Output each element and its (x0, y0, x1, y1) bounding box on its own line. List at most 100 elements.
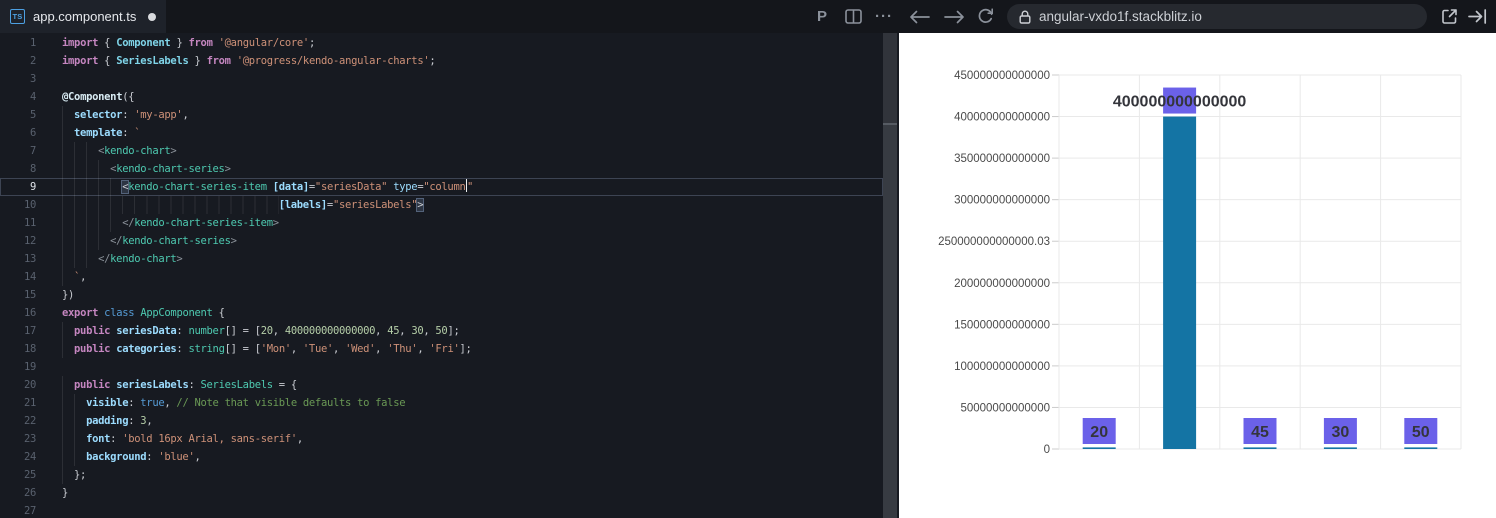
open-external-icon (1441, 9, 1457, 24)
code-line[interactable]: 12 </kendo-chart-series> (0, 232, 883, 250)
code-line[interactable]: 13 </kendo-chart> (0, 250, 883, 268)
code-line[interactable]: 7 <kendo-chart> (0, 142, 883, 160)
line-number: 3 (29, 73, 36, 85)
series-label: 400000000000000 (1113, 94, 1247, 111)
series-label: 50 (1412, 424, 1430, 441)
line-number: 15 (23, 289, 36, 301)
code-line[interactable]: 15}) (0, 286, 883, 304)
line-number: 11 (23, 217, 36, 229)
chart-column[interactable] (1323, 447, 1357, 449)
preview-url: angular-vxdo1f.stackblitz.io (1039, 9, 1202, 24)
line-number: 7 (29, 145, 36, 157)
code-line[interactable]: 3 (0, 70, 883, 88)
line-number: 18 (23, 343, 36, 355)
code-line[interactable]: 5 selector: 'my-app', (0, 106, 883, 124)
dock-panel-right-button[interactable] (1462, 0, 1492, 33)
code-line[interactable]: 11 </kendo-chart-series-item> (0, 214, 883, 232)
code-line[interactable]: 23 font: 'bold 16px Arial, sans-serif', (0, 430, 883, 448)
more-options-button[interactable]: ··· (871, 0, 897, 33)
line-number: 26 (23, 487, 36, 499)
line-number: 16 (23, 307, 36, 319)
line-number: 2 (29, 55, 36, 67)
nav-back-button[interactable] (903, 0, 935, 33)
series-label: 30 (1332, 424, 1350, 441)
code-line[interactable]: 25}; (0, 466, 883, 484)
code-line[interactable]: 8 <kendo-chart-series> (0, 160, 883, 178)
unsaved-changes-dot-icon (148, 12, 157, 21)
line-number: 23 (23, 433, 36, 445)
lock-icon (1019, 10, 1031, 24)
line-number: 20 (23, 379, 36, 391)
line-number: 22 (23, 415, 36, 427)
y-axis-tick-label: 250000000000000.03 (938, 236, 1050, 248)
code-line[interactable]: 20 public seriesLabels: SeriesLabels = { (0, 376, 883, 394)
editor-scrollbar-thumb[interactable] (883, 33, 897, 125)
chart-column[interactable] (1082, 447, 1116, 449)
line-number: 5 (29, 109, 36, 121)
series-label: 45 (1251, 424, 1269, 441)
code-line[interactable]: 14 `, (0, 268, 883, 286)
arrow-right-icon (943, 10, 964, 23)
y-axis-tick-label: 450000000000000 (954, 70, 1050, 82)
line-number: 24 (23, 451, 36, 463)
ide-window: TS app.component.ts P ··· angular-vxdo1f… (0, 0, 1496, 518)
ellipsis-icon: ··· (875, 8, 893, 25)
code-line[interactable]: 24 background: 'blue', (0, 448, 883, 466)
y-axis-tick-label: 0 (1044, 444, 1050, 456)
line-number: 19 (23, 361, 36, 373)
y-axis-tick-label: 150000000000000 (954, 319, 1050, 331)
split-view-icon (844, 9, 862, 24)
line-number: 25 (23, 469, 36, 481)
line-number: 10 (23, 199, 36, 211)
refresh-preview-button[interactable] (970, 0, 1000, 33)
dock-right-icon (1467, 9, 1486, 24)
tab-filename: app.component.ts (33, 9, 137, 24)
prettier-format-button[interactable]: P (810, 0, 834, 33)
code-line[interactable]: 1 import { Component } from '@angular/cor… (0, 34, 883, 52)
y-axis-tick-label: 300000000000000 (954, 195, 1050, 207)
code-editor[interactable]: 1 import { Component } from '@angular/cor… (0, 33, 899, 518)
code-line[interactable]: 6 template: ` (0, 124, 883, 142)
line-number: 9 (29, 181, 36, 193)
code-line[interactable]: 22 padding: 3, (0, 412, 883, 430)
top-bar: TS app.component.ts P ··· angular-vxdo1f… (0, 0, 1496, 33)
preview-address-bar[interactable]: angular-vxdo1f.stackblitz.io (1007, 4, 1427, 29)
nav-forward-button[interactable] (938, 0, 970, 33)
code-line[interactable]: 16 export class AppComponent { (0, 304, 883, 322)
line-number: 6 (29, 127, 36, 139)
editor-scrollbar[interactable] (883, 33, 897, 518)
chart-column[interactable] (1163, 116, 1197, 450)
arrow-left-icon (909, 10, 930, 23)
code-line[interactable]: 19 (0, 358, 883, 376)
code-line[interactable]: 2 import { SeriesLabels } from '@progress… (0, 52, 883, 70)
preview-pane: 450000000000000 400000000000000 3500000000… (899, 33, 1496, 518)
typescript-file-icon: TS (10, 9, 25, 24)
chart-column[interactable] (1243, 447, 1277, 449)
series-label: 20 (1090, 424, 1108, 441)
code-line[interactable]: 4 @Component({ (0, 88, 883, 106)
line-number: 8 (29, 163, 36, 175)
line-number: 4 (29, 91, 36, 103)
line-number: 1 (29, 37, 36, 49)
editor-tab-app-component[interactable]: TS app.component.ts (0, 0, 166, 33)
code-line[interactable]: 26} (0, 484, 883, 502)
split-view-button[interactable] (841, 0, 865, 33)
line-number: 13 (23, 253, 36, 265)
line-number: 12 (23, 235, 36, 247)
line-number: 17 (23, 325, 36, 337)
y-axis-tick-label: 350000000000000 (954, 153, 1050, 165)
code-line[interactable]: 18 public categories: string[] = ['Mon', … (0, 340, 883, 358)
chart-column[interactable] (1404, 447, 1438, 449)
code-lines: 1 import { Component } from '@angular/cor… (0, 34, 899, 518)
code-line[interactable]: 9 <kendo-chart-series-item [data]="series… (0, 178, 883, 196)
code-line[interactable]: 21 visible: true, // Note that visible de… (0, 394, 883, 412)
refresh-icon (978, 8, 993, 23)
code-line[interactable]: 17 public seriesData: number[] = [20, 400… (0, 322, 883, 340)
code-line[interactable]: 10 [labels]="seriesLabels"> (0, 196, 883, 214)
line-number: 21 (23, 397, 36, 409)
y-axis-tick-label: 400000000000000 (954, 112, 1050, 124)
code-line[interactable]: 27 (0, 502, 883, 518)
y-axis-tick-label: 200000000000000 (954, 278, 1050, 290)
line-number: 14 (23, 271, 36, 283)
open-in-new-window-button[interactable] (1434, 0, 1464, 33)
